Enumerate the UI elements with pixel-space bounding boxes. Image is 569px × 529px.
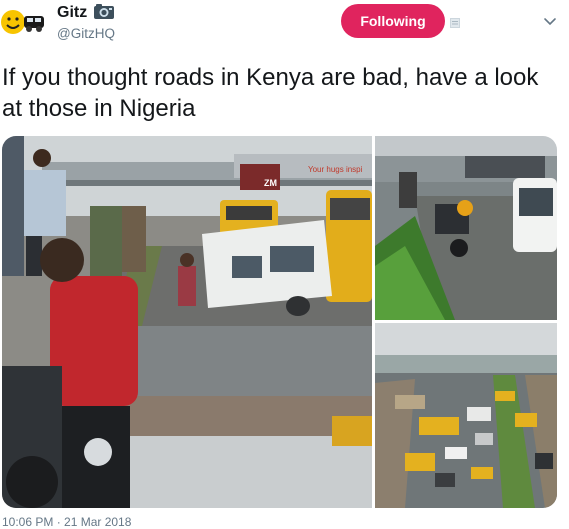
tweet-media[interactable]: Your hugs inspi ZM: [2, 136, 557, 508]
flooded-road-photo[interactable]: Your hugs inspi ZM: [2, 136, 372, 508]
overpass-sign-text: Your hugs inspi: [308, 165, 363, 174]
tweet-timestamp[interactable]: 10:06 PM · 21 Mar 2018: [2, 515, 131, 529]
display-name[interactable]: Gitz: [57, 4, 87, 22]
chevron-down-icon[interactable]: [542, 13, 558, 29]
camera-emoji-icon: [93, 2, 115, 25]
notifications-icon[interactable]: [450, 15, 460, 28]
billboard-text: ZM: [264, 178, 277, 188]
traffic-aerial-photo[interactable]: [375, 323, 557, 508]
user-avatar[interactable]: [0, 0, 48, 44]
user-handle[interactable]: @GitzHQ: [57, 26, 115, 41]
tweet-text: If you thought roads in Kenya are bad, h…: [2, 64, 539, 122]
smiley-car-avatar-icon: [1, 10, 44, 34]
motorbike-flood-photo[interactable]: [375, 136, 557, 320]
following-button[interactable]: Following: [341, 4, 445, 38]
name-line: Gitz: [57, 3, 115, 23]
